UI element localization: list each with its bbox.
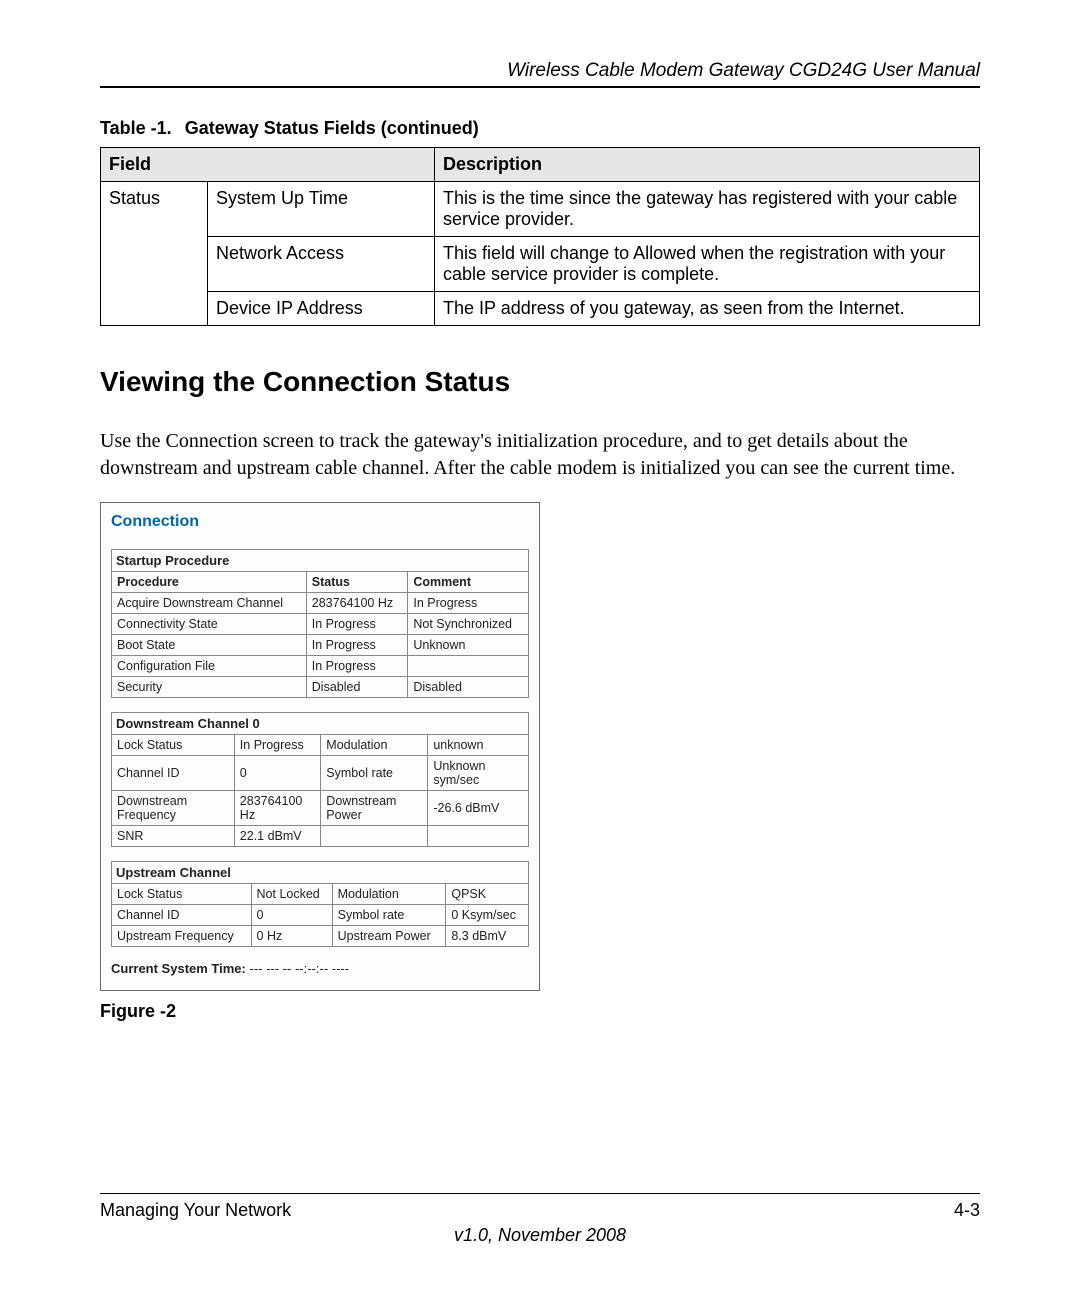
th-procedure: Procedure (112, 572, 307, 593)
cell: 0 (251, 905, 332, 926)
table-title: Gateway Status Fields (continued) (185, 118, 479, 138)
cell: -26.6 dBmV (428, 791, 529, 826)
downstream-channel-table: Downstream Channel 0 Lock Status In Prog… (111, 712, 529, 847)
current-system-time: Current System Time: --- --- -- --:--:--… (111, 961, 529, 976)
cell-sub: System Up Time (208, 182, 435, 237)
cell: Configuration File (112, 656, 307, 677)
section-heading: Viewing the Connection Status (100, 366, 980, 398)
footer-left: Managing Your Network (100, 1200, 291, 1221)
cell: Boot State (112, 635, 307, 656)
connection-screenshot: Connection Startup Procedure Procedure S… (100, 502, 540, 991)
cell: Downstream Power (321, 791, 428, 826)
table-row: Acquire Downstream Channel 283764100 Hz … (112, 593, 529, 614)
table-row: Upstream Frequency 0 Hz Upstream Power 8… (112, 926, 529, 947)
shot-title: Connection (111, 513, 529, 531)
cell-desc: This field will change to Allowed when t… (435, 237, 980, 292)
rowgroup-status: Status (101, 182, 208, 326)
cell (428, 826, 529, 847)
down-caption: Downstream Channel 0 (111, 712, 529, 734)
cell: Modulation (321, 735, 428, 756)
cell: Disabled (408, 677, 529, 698)
cell: Symbol rate (321, 756, 428, 791)
cell: Channel ID (112, 756, 235, 791)
cell: Disabled (306, 677, 408, 698)
cell: In Progress (234, 735, 321, 756)
upstream-channel-table: Upstream Channel Lock Status Not Locked … (111, 861, 529, 947)
cell (321, 826, 428, 847)
gateway-status-fields-table: Field Description Status System Up Time … (100, 147, 980, 326)
cell-sub: Device IP Address (208, 292, 435, 326)
page-footer: Managing Your Network 4-3 v1.0, November… (100, 1193, 980, 1246)
table-row: Downstream Frequency 283764100 Hz Downst… (112, 791, 529, 826)
table-row: Configuration File In Progress (112, 656, 529, 677)
cell (408, 656, 529, 677)
cell: Upstream Power (332, 926, 446, 947)
cell: In Progress (306, 614, 408, 635)
page: Wireless Cable Modem Gateway CGD24G User… (0, 0, 1080, 1296)
doc-title: Wireless Cable Modem Gateway CGD24G User… (507, 60, 980, 81)
cell: Symbol rate (332, 905, 446, 926)
cell: Downstream Frequency (112, 791, 235, 826)
cell: Unknown sym/sec (428, 756, 529, 791)
cell: Channel ID (112, 905, 252, 926)
th-description: Description (435, 148, 980, 182)
cell-desc: The IP address of you gateway, as seen f… (435, 292, 980, 326)
startup-caption: Startup Procedure (111, 549, 529, 571)
cell: 0 (234, 756, 321, 791)
table-row: Boot State In Progress Unknown (112, 635, 529, 656)
cell: Unknown (408, 635, 529, 656)
cell: Lock Status (112, 735, 235, 756)
th-status: Status (306, 572, 408, 593)
cell: 283764100 Hz (306, 593, 408, 614)
body-paragraph: Use the Connection screen to track the g… (100, 428, 980, 482)
cell: Upstream Frequency (112, 926, 252, 947)
cell: Connectivity State (112, 614, 307, 635)
systime-label: Current System Time: (111, 961, 246, 976)
cell: In Progress (306, 656, 408, 677)
table-row: Lock Status Not Locked Modulation QPSK (112, 884, 529, 905)
table-caption: Table -1. Gateway Status Fields (continu… (100, 118, 980, 139)
table-label: Table -1. (100, 118, 172, 138)
page-header: Wireless Cable Modem Gateway CGD24G User… (100, 60, 980, 88)
cell: Not Synchronized (408, 614, 529, 635)
th-comment: Comment (408, 572, 529, 593)
cell: 283764100 Hz (234, 791, 321, 826)
cell: SNR (112, 826, 235, 847)
cell: Security (112, 677, 307, 698)
cell: In Progress (408, 593, 529, 614)
table-row: Security Disabled Disabled (112, 677, 529, 698)
table-row: Lock Status In Progress Modulation unkno… (112, 735, 529, 756)
figure-caption: Figure -2 (100, 1001, 980, 1022)
cell: 8.3 dBmV (446, 926, 529, 947)
table-row: Connectivity State In Progress Not Synch… (112, 614, 529, 635)
cell: unknown (428, 735, 529, 756)
cell-desc: This is the time since the gateway has r… (435, 182, 980, 237)
footer-version: v1.0, November 2008 (100, 1225, 980, 1246)
cell: Modulation (332, 884, 446, 905)
th-field: Field (101, 148, 435, 182)
startup-procedure-table: Startup Procedure Procedure Status Comme… (111, 549, 529, 698)
cell: 22.1 dBmV (234, 826, 321, 847)
footer-right: 4-3 (954, 1200, 980, 1221)
cell-sub: Network Access (208, 237, 435, 292)
cell: Not Locked (251, 884, 332, 905)
cell: In Progress (306, 635, 408, 656)
table-row: Channel ID 0 Symbol rate Unknown sym/sec (112, 756, 529, 791)
cell: 0 Hz (251, 926, 332, 947)
cell: 0 Ksym/sec (446, 905, 529, 926)
cell: QPSK (446, 884, 529, 905)
systime-value: --- --- -- --:--:-- ---- (249, 961, 349, 976)
table-row: Channel ID 0 Symbol rate 0 Ksym/sec (112, 905, 529, 926)
cell: Acquire Downstream Channel (112, 593, 307, 614)
table-row: SNR 22.1 dBmV (112, 826, 529, 847)
cell: Lock Status (112, 884, 252, 905)
up-caption: Upstream Channel (111, 861, 529, 883)
